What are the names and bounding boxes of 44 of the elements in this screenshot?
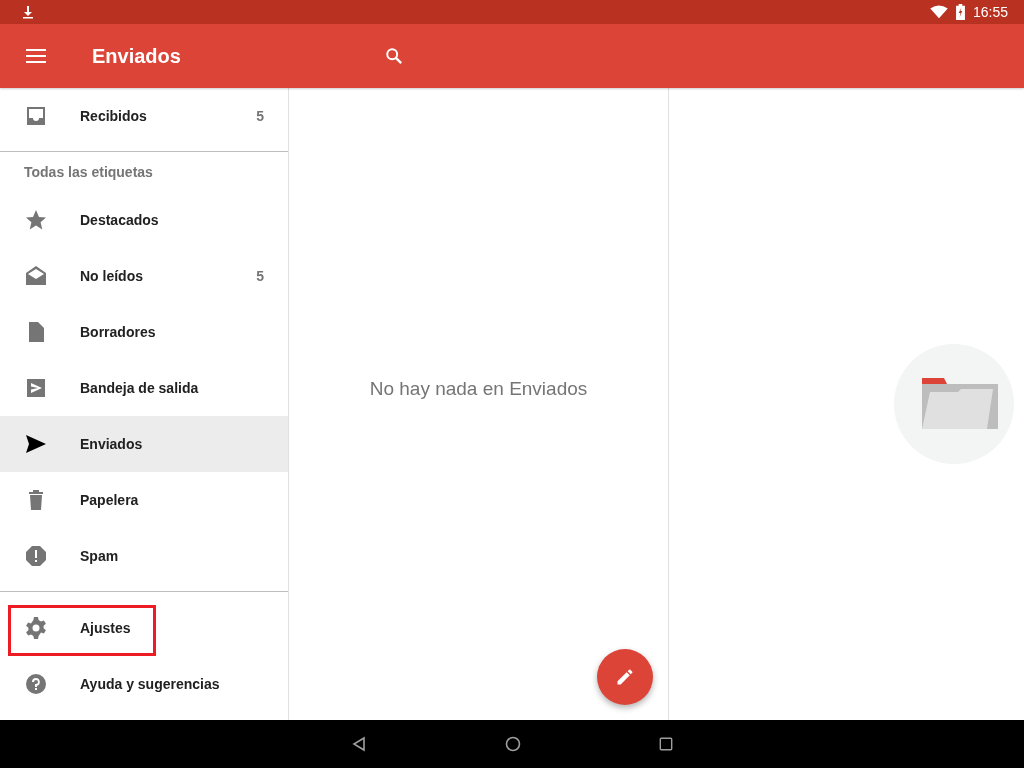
settings-icon [24, 616, 48, 640]
drawer-item[interactable]: No leídos 5 [0, 248, 288, 304]
drawer-item[interactable]: Recibidos 5 [0, 88, 288, 144]
pencil-icon [615, 667, 635, 687]
envelope-icon [24, 264, 48, 288]
item-label: No leídos [80, 268, 144, 284]
drawer-item[interactable]: Borradores [0, 304, 288, 360]
battery-icon [955, 4, 965, 20]
download-icon [21, 5, 35, 19]
menu-icon [26, 49, 46, 63]
alert-icon [24, 544, 48, 568]
section-header: Todas las etiquetas [23, 163, 154, 182]
item-label: Bandeja de salida [80, 380, 200, 396]
clock: 16:55 [972, 4, 1008, 20]
compose-button[interactable] [597, 649, 653, 705]
arrow-box-icon [24, 376, 48, 400]
recents-icon [659, 737, 673, 751]
item-label: Enviados [80, 436, 144, 452]
drawer-item[interactable]: Destacados [0, 192, 288, 248]
back-icon [351, 736, 367, 752]
empty-message: No hay nada en Enviados [369, 378, 588, 400]
drawer-item[interactable]: Enviados [0, 416, 288, 472]
drawer-item[interactable]: Papelera [0, 472, 288, 528]
drawer-item[interactable]: Bandeja de salida [0, 360, 288, 416]
search-icon [385, 47, 403, 65]
unread-count: 5 [256, 108, 264, 124]
item-label: Borradores [80, 324, 157, 340]
send-icon [24, 432, 48, 456]
item-label: Spam [80, 548, 120, 564]
drawer-item[interactable]: Ajustes [0, 600, 288, 656]
item-label: Destacados [80, 212, 160, 228]
home-icon [505, 736, 521, 752]
unread-count: 5 [256, 268, 264, 284]
item-label: Ajustes [80, 620, 132, 636]
drawer-item[interactable]: Ayuda y sugerencias [0, 656, 288, 712]
app-bar-title: Enviados [92, 44, 182, 68]
item-label: Ayuda y sugerencias [80, 676, 221, 692]
help-icon [24, 672, 48, 696]
wifi-icon [929, 5, 948, 19]
item-label: Recibidos [80, 108, 148, 124]
item-label: Papelera [80, 492, 140, 508]
drawer-item[interactable]: Spam [0, 528, 288, 584]
star-icon [24, 208, 48, 232]
inbox-tray-icon [24, 104, 48, 128]
